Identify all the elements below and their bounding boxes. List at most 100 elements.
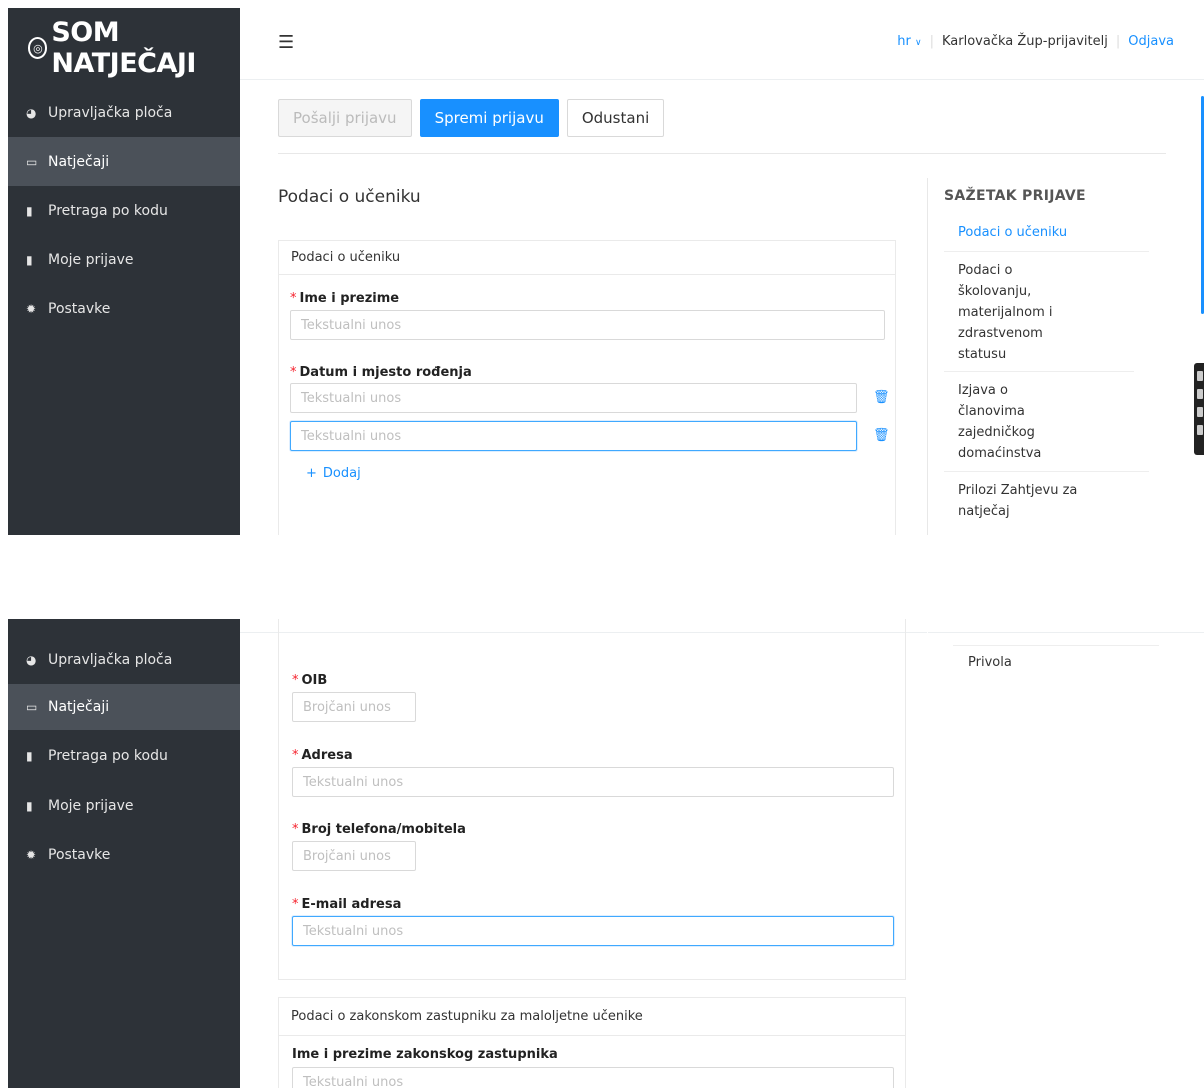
sidebar-item-search-code[interactable]: ▮ Pretraga po kodu <box>8 730 240 782</box>
required-mark: * <box>292 897 299 912</box>
oib-label: * OIB <box>292 673 327 688</box>
required-mark: * <box>292 748 299 763</box>
divider: | <box>929 34 934 49</box>
sidebar-item-dashboard[interactable]: ◕ Upravljačka ploča <box>8 635 240 684</box>
floating-toolbar[interactable] <box>1194 363 1204 455</box>
logout-link[interactable]: Odjava <box>1128 34 1174 49</box>
file-icon: ▮ <box>26 749 33 763</box>
topbar: ☰ hr ∨ | Karlovačka Žup-prijavitelj | Od… <box>240 8 1204 80</box>
folder-open-icon: ▭ <box>26 700 38 714</box>
card-title: Podaci o zakonskom zastupniku za malolje… <box>279 998 905 1036</box>
label-text: E-mail adresa <box>301 897 402 912</box>
label-text: Datum i mjesto rođenja <box>299 365 472 380</box>
sidebar-item-dashboard[interactable]: ◕ Upravljačka ploča <box>8 88 240 137</box>
dob-input-2[interactable]: Tekstualni unos <box>290 421 857 451</box>
summary-item-label: Prilozi Zahtjevu za natječaj <box>958 483 1078 519</box>
pie-chart-icon: ◕ <box>26 652 37 667</box>
sidebar-item-label: Upravljačka ploča <box>48 651 173 668</box>
summary-item[interactable]: Podaci o učeniku <box>944 222 1149 252</box>
settings-icon: ✹ <box>26 301 37 316</box>
window-icon <box>1197 389 1203 399</box>
send-application-button[interactable]: Pošalji prijavu <box>278 99 412 137</box>
user-area: hr ∨ | Karlovačka Žup-prijavitelj | Odja… <box>897 34 1174 49</box>
sidebar-item-settings[interactable]: ✹ Postavke <box>8 284 240 333</box>
sidebar-item-label: Pretraga po kodu <box>48 202 168 219</box>
sidebar: ◕ Upravljačka ploča ▭ Natječaji ▮ Pretra… <box>8 619 240 1088</box>
address-label: * Adresa <box>292 748 353 763</box>
delete-icon[interactable]: 🗑 <box>873 428 890 443</box>
divider <box>278 153 1166 154</box>
sidebar-item-natjecaji[interactable]: ▭ Natječaji <box>8 137 240 186</box>
sidebar-item-natjecaji[interactable]: ▭ Natječaji <box>8 684 240 730</box>
email-input[interactable]: Tekstualni unos <box>292 916 894 946</box>
name-input[interactable]: Tekstualni unos <box>290 310 885 340</box>
toolbar: Pošalji prijavu Spremi prijavu Odustani <box>278 99 665 137</box>
language-select[interactable]: hr ∨ <box>897 34 921 49</box>
logo[interactable]: ◎ SOM NATJEČAJI <box>8 8 240 88</box>
sidebar-item-label: Pretraga po kodu <box>48 748 168 764</box>
language-value: hr <box>897 34 911 49</box>
address-input[interactable]: Tekstualni unos <box>292 767 894 797</box>
guardian-name-input[interactable]: Tekstualni unos <box>292 1067 894 1088</box>
divider <box>953 645 1159 646</box>
oib-input[interactable]: Brojčani unos <box>292 692 416 722</box>
add-label: Dodaj <box>322 466 361 481</box>
delete-icon[interactable]: 🗑 <box>873 390 890 405</box>
add-button[interactable]: + Dodaj <box>306 466 361 481</box>
logo-text: SOM NATJEČAJI <box>51 17 196 79</box>
sidebar-item-label: Natječaji <box>48 153 110 170</box>
label-text: Ime i prezime <box>299 291 400 306</box>
user-name: Karlovačka Žup-prijavitelj <box>941 34 1108 49</box>
copy-icon <box>1197 407 1203 417</box>
file-icon: ▮ <box>26 203 33 218</box>
folder-open-icon: ▭ <box>26 154 38 169</box>
label-text: Adresa <box>301 748 353 763</box>
sidebar-item-my-applications[interactable]: ▮ Moje prijave <box>8 235 240 284</box>
required-mark: * <box>292 673 299 688</box>
label-text: OIB <box>301 673 328 688</box>
summary-item[interactable]: Podaci o školovanju, materijalnom i zdra… <box>944 258 1134 372</box>
file-text-icon: ▮ <box>26 799 33 813</box>
dob-label: * Datum i mjesto rođenja <box>290 365 472 380</box>
screenshot-bottom: ◕ Upravljačka ploča ▭ Natječaji ▮ Pretra… <box>8 619 1204 1088</box>
dob-input-1[interactable]: Tekstualni unos <box>290 383 857 413</box>
summary-panel: SAŽETAK PRIJAVE Podaci o učeniku Podaci … <box>927 178 1157 535</box>
divider: | <box>1115 34 1121 49</box>
summary-title: SAŽETAK PRIJAVE <box>944 188 1086 204</box>
card-title: Podaci o učeniku <box>279 241 895 275</box>
sidebar-item-search-code[interactable]: ▮ Pretraga po kodu <box>8 186 240 235</box>
gear-icon <box>1197 425 1203 435</box>
phone-label: * Broj telefona/mobitela <box>292 822 466 837</box>
pie-chart-icon: ◕ <box>26 105 37 120</box>
sidebar-item-label: Postavke <box>48 300 111 317</box>
summary-item[interactable]: Prilozi Zahtjevu za natječaj <box>944 478 1149 535</box>
menu-fold-icon[interactable]: ☰ <box>278 32 294 53</box>
sidebar-item-label: Moje prijave <box>48 798 134 814</box>
email-label: * E-mail adresa <box>292 897 401 912</box>
sidebar-item-label: Natječaji <box>48 699 110 715</box>
name-label: * Ime i prezime <box>290 291 399 306</box>
sidebar-item-label: Postavke <box>48 847 111 863</box>
sidebar: ◎ SOM NATJEČAJI ◕ Upravljačka ploča ▭ Na… <box>8 8 240 535</box>
sidebar-item-label: Moje prijave <box>48 251 134 268</box>
logo-icon: ◎ <box>28 37 48 59</box>
sidebar-item-settings[interactable]: ✹ Postavke <box>8 830 240 880</box>
phone-input[interactable]: Brojčani unos <box>292 841 416 871</box>
cancel-button[interactable]: Odustani <box>566 99 665 137</box>
chevron-down-icon: ∨ <box>915 38 922 48</box>
required-mark: * <box>290 365 297 380</box>
save-application-button[interactable]: Spremi prijavu <box>419 99 559 137</box>
sidebar-item-label: Upravljačka ploča <box>48 104 173 121</box>
summary-item[interactable]: Privola <box>968 655 1012 670</box>
summary-item-label: Izjava o članovima zajedničkog domaćinst… <box>958 383 1042 461</box>
section-title: Podaci o učeniku <box>278 187 421 207</box>
summary-item[interactable]: Izjava o članovima zajedničkog domaćinst… <box>944 378 1149 472</box>
guardian-name-label: Ime i prezime zakonskog zastupnika <box>292 1047 558 1062</box>
label-text: Broj telefona/mobitela <box>301 822 466 837</box>
required-mark: * <box>292 822 299 837</box>
summary-border <box>927 619 928 1088</box>
screenshot-top: ◎ SOM NATJEČAJI ◕ Upravljačka ploča ▭ Na… <box>8 8 1204 535</box>
sidebar-item-my-applications[interactable]: ▮ Moje prijave <box>8 782 240 830</box>
file-text-icon: ▮ <box>26 252 33 267</box>
plus-icon: + <box>306 466 317 481</box>
